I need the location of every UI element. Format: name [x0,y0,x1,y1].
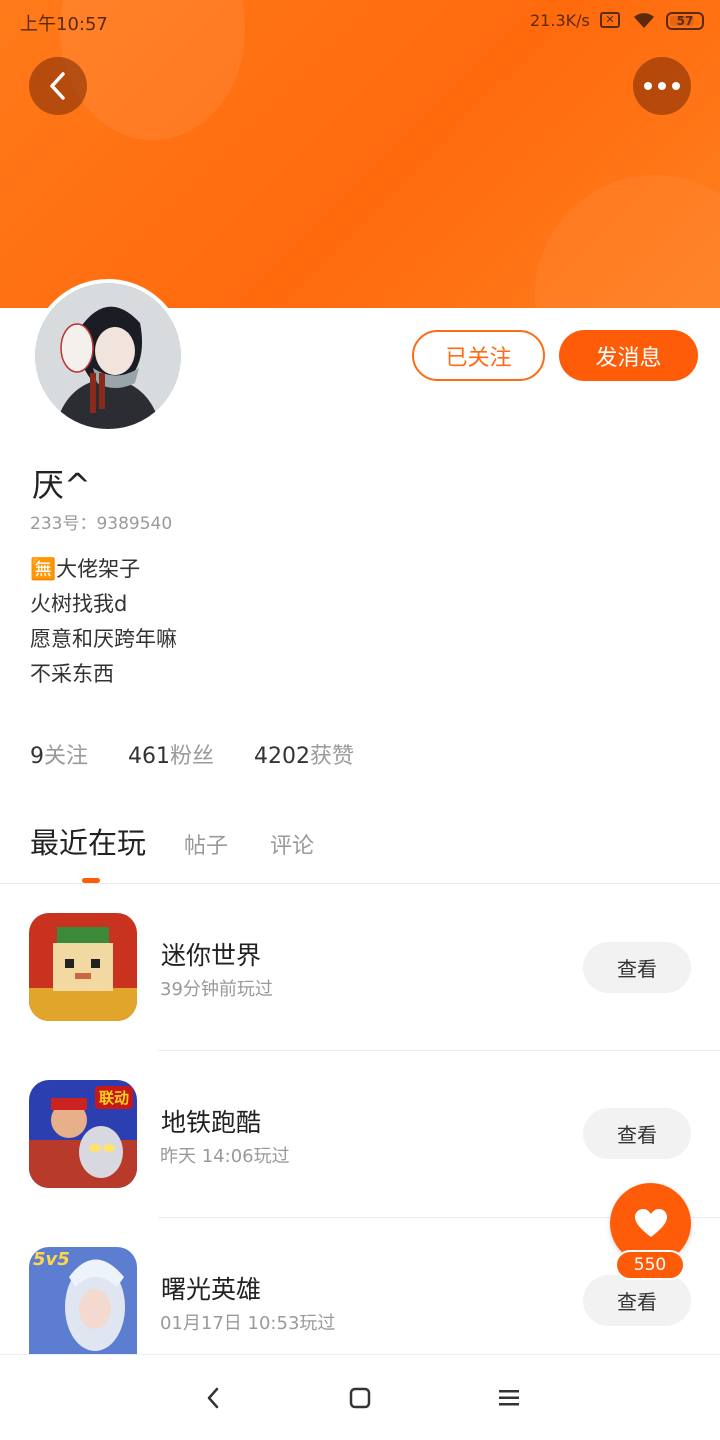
bio-line: 🈚大佬架子 [30,557,141,581]
view-button[interactable]: 查看 [583,1108,691,1159]
game-badge: 联动 [94,1086,133,1109]
view-button[interactable]: 查看 [583,1275,691,1326]
send-message-button[interactable]: 发消息 [559,330,698,381]
game-icon-subway-surf: 联动 [29,1080,137,1188]
tab-recent-played[interactable]: 最近在玩 [30,820,146,862]
sim-icon: ✕ [600,12,620,28]
nav-home-icon [349,1387,371,1409]
nav-menu-icon [499,1390,519,1406]
game-played-time: 昨天 14:06玩过 [160,1146,290,1167]
chevron-left-icon [50,72,65,100]
game-list-item[interactable]: 迷你世界 39分钟前玩过 查看 [0,884,720,1051]
bio-line: 不采东西 [30,662,114,686]
game-name: 曙光英雄 [161,1275,262,1304]
system-navigation-bar [0,1354,720,1440]
nav-back-button[interactable] [198,1383,228,1413]
game-name: 地铁跑酷 [161,1108,262,1137]
status-bar: 上午10:57 21.3K/s ✕ 57 [0,0,720,44]
tab-posts[interactable]: 帖子 [184,828,228,860]
nav-menu-button[interactable] [494,1383,524,1413]
like-count-badge: 550 [615,1250,685,1280]
profile-stats: 9关注 461粉丝 4202获赞 [30,738,354,770]
avatar[interactable] [31,279,185,433]
bio-line: 火树找我d [30,592,128,616]
profile-tabs: 最近在玩 帖子 评论 [30,820,356,862]
network-speed: 21.3K/s [530,11,590,30]
bio-line: 愿意和厌跨年嘛 [30,627,177,651]
stat-fans[interactable]: 461粉丝 [128,738,214,770]
heart-icon [634,1208,667,1237]
banner-decoration [535,175,720,308]
user-id: 233号：9389540 [30,514,173,534]
back-button[interactable] [29,57,87,115]
stat-following[interactable]: 9关注 [30,738,88,770]
profile-header-banner: 上午10:57 21.3K/s ✕ 57 [0,0,720,308]
game-played-time: 39分钟前玩过 [160,979,273,1000]
game-icon-mini-world [29,913,137,1021]
game-list-item[interactable]: 联动 地铁跑酷 昨天 14:06玩过 查看 [0,1051,720,1218]
following-button[interactable]: 已关注 [412,330,545,381]
user-bio: 🈚大佬架子 火树找我d 愿意和厌跨年嘛 不采东西 [30,552,177,692]
game-icon-dawn-hero: 5v5 [29,1247,137,1354]
stat-likes: 4202获赞 [254,744,355,769]
game-played-time: 01月17日 10:53玩过 [160,1313,336,1334]
game-name: 迷你世界 [161,941,262,970]
nav-home-button[interactable] [345,1383,375,1413]
game-badge: 5v5 [33,1249,70,1270]
tab-comments[interactable]: 评论 [270,828,314,860]
user-name: 厌^ [32,466,91,504]
status-time: 上午10:57 [20,14,108,35]
more-dots-icon [644,82,680,90]
nav-back-icon [207,1387,219,1409]
more-button[interactable] [633,57,691,115]
wifi-icon [632,10,656,35]
battery-icon: 57 [666,12,704,30]
view-button[interactable]: 查看 [583,942,691,993]
